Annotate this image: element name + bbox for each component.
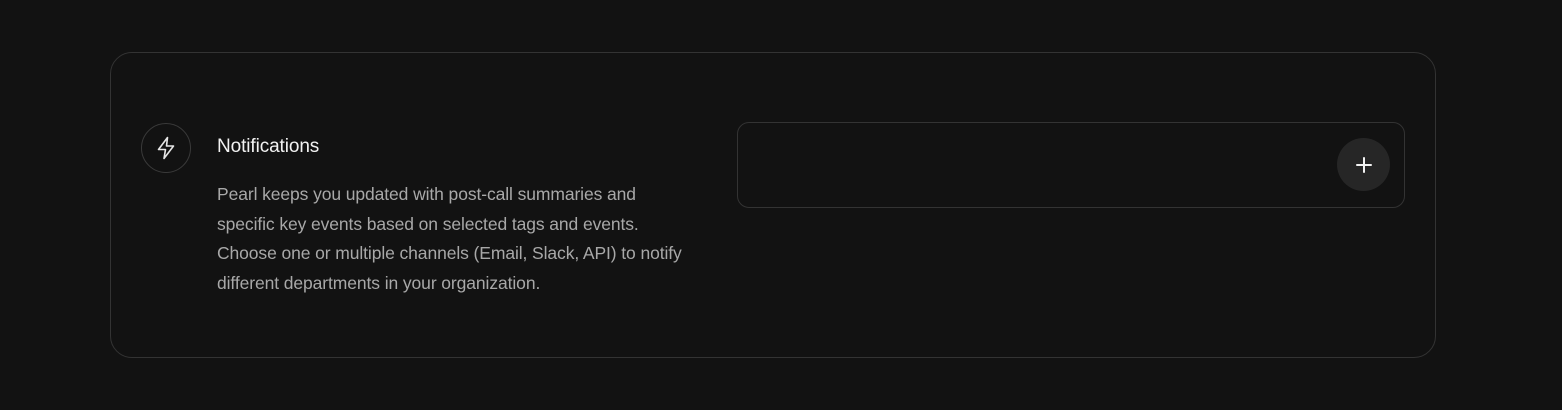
plus-icon: [1355, 156, 1372, 173]
add-channel-button[interactable]: [1337, 138, 1390, 191]
section-icon-badge: [141, 123, 191, 173]
notification-channels-field[interactable]: [737, 122, 1405, 208]
section-title: Notifications: [217, 136, 320, 157]
lightning-bolt-icon: [157, 136, 175, 160]
notifications-card: Notifications Pearl keeps you updated wi…: [110, 52, 1436, 358]
section-description: Pearl keeps you updated with post-call s…: [217, 184, 682, 293]
